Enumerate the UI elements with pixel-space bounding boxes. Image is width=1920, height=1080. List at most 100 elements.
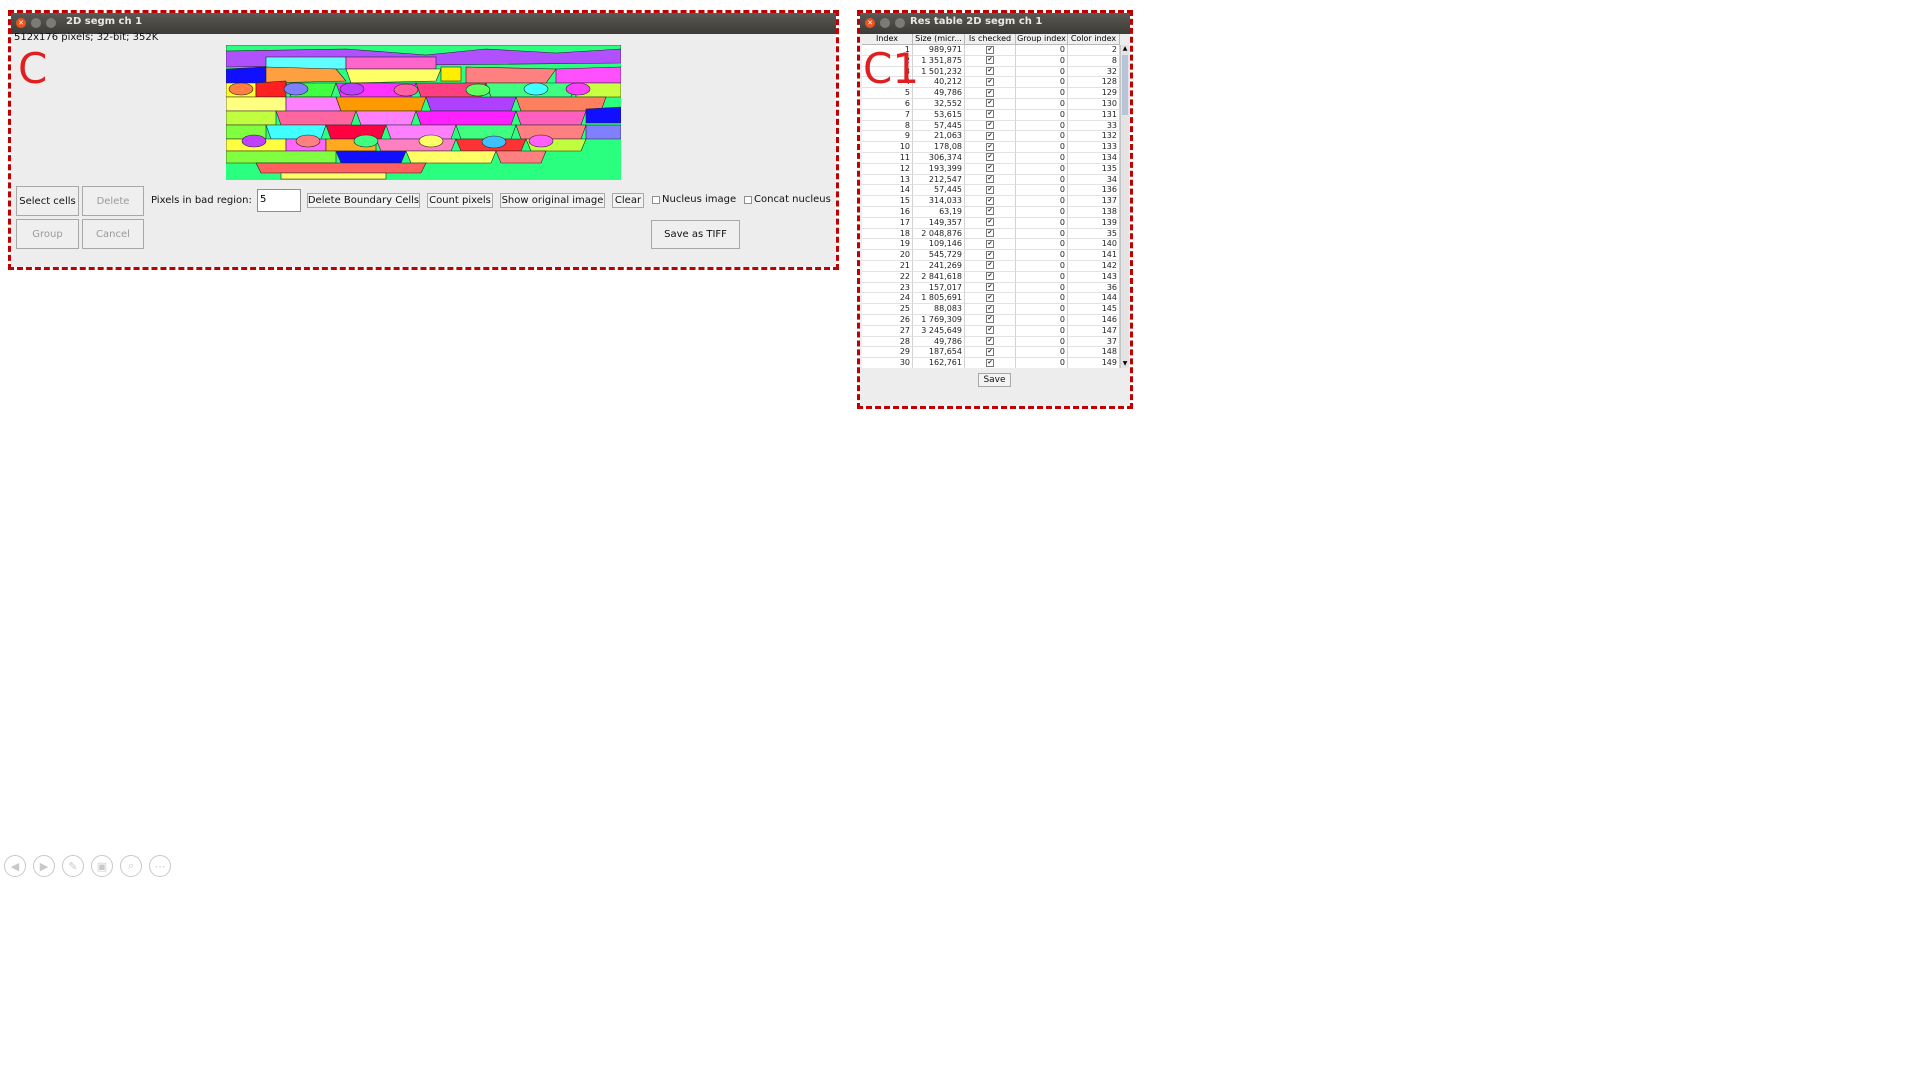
table-row[interactable]: 24 1 805,691 ✔ 0 144 bbox=[862, 293, 1120, 305]
table-row[interactable]: 13 212,547 ✔ 0 34 bbox=[862, 174, 1120, 186]
select-cells-button[interactable]: Select cells bbox=[16, 186, 79, 216]
checkbox-checked-icon[interactable]: ✔ bbox=[986, 77, 994, 86]
is-checked-cell[interactable]: ✔ bbox=[965, 196, 1016, 207]
segmentation-image[interactable] bbox=[226, 45, 621, 180]
is-checked-cell[interactable]: ✔ bbox=[965, 77, 1016, 89]
is-checked-cell[interactable]: ✔ bbox=[965, 336, 1016, 348]
is-checked-cell[interactable]: ✔ bbox=[965, 152, 1016, 164]
is-checked-cell[interactable]: ✔ bbox=[965, 293, 1016, 305]
table-row[interactable]: 11 306,374 ✔ 0 134 bbox=[862, 152, 1120, 164]
clear-button[interactable]: Clear bbox=[612, 193, 644, 208]
maximize-icon[interactable] bbox=[895, 18, 905, 28]
is-checked-cell[interactable]: ✔ bbox=[965, 88, 1016, 99]
table-row[interactable]: 17 149,357 ✔ 0 139 bbox=[862, 217, 1120, 229]
checkbox-checked-icon[interactable]: ✔ bbox=[986, 218, 994, 227]
table-row[interactable]: 7 53,615 ✔ 0 131 bbox=[862, 109, 1120, 121]
column-header[interactable]: Color index bbox=[1068, 34, 1120, 45]
more-icon[interactable]: ⋯ bbox=[149, 855, 171, 877]
table-row[interactable]: 18 2 048,876 ✔ 0 35 bbox=[862, 228, 1120, 240]
checkbox-checked-icon[interactable]: ✔ bbox=[986, 99, 994, 108]
table-row[interactable]: 16 63,19 ✔ 0 138 bbox=[862, 206, 1120, 218]
table-row[interactable]: 27 3 245,649 ✔ 0 147 bbox=[862, 325, 1120, 337]
is-checked-cell[interactable]: ✔ bbox=[965, 45, 1016, 56]
next-icon[interactable]: ▶ bbox=[33, 855, 55, 877]
table-row[interactable]: 19 109,146 ✔ 0 140 bbox=[862, 239, 1120, 251]
cancel-button[interactable]: Cancel bbox=[82, 219, 144, 249]
checkbox-checked-icon[interactable]: ✔ bbox=[986, 142, 994, 151]
group-button[interactable]: Group bbox=[16, 219, 79, 249]
is-checked-cell[interactable]: ✔ bbox=[965, 206, 1016, 218]
table-row[interactable]: 26 1 769,309 ✔ 0 146 bbox=[862, 314, 1120, 326]
save-as-tiff-button[interactable]: Save as TIFF bbox=[651, 220, 740, 249]
checkbox-checked-icon[interactable]: ✔ bbox=[986, 164, 994, 173]
table-row[interactable]: 14 57,445 ✔ 0 136 bbox=[862, 185, 1120, 197]
checkbox-checked-icon[interactable]: ✔ bbox=[986, 239, 994, 248]
is-checked-cell[interactable]: ✔ bbox=[965, 250, 1016, 261]
table-row[interactable]: 20 545,729 ✔ 0 141 bbox=[862, 250, 1120, 261]
nucleus-image-checkbox[interactable]: Nucleus image bbox=[652, 194, 736, 205]
checkbox-checked-icon[interactable]: ✔ bbox=[986, 250, 994, 259]
is-checked-cell[interactable]: ✔ bbox=[965, 131, 1016, 143]
checkbox-checked-icon[interactable]: ✔ bbox=[986, 67, 994, 76]
is-checked-cell[interactable]: ✔ bbox=[965, 228, 1016, 240]
is-checked-cell[interactable]: ✔ bbox=[965, 55, 1016, 67]
checkbox-checked-icon[interactable]: ✔ bbox=[986, 304, 994, 313]
concat-nucleus-checkbox[interactable]: Concat nucleus bbox=[744, 194, 831, 205]
minimize-icon[interactable] bbox=[31, 18, 41, 28]
checkbox-checked-icon[interactable]: ✔ bbox=[986, 326, 994, 335]
is-checked-cell[interactable]: ✔ bbox=[965, 120, 1016, 132]
scroll-down-icon[interactable]: ▼ bbox=[1121, 360, 1129, 368]
maximize-icon[interactable] bbox=[46, 18, 56, 28]
checkbox-checked-icon[interactable]: ✔ bbox=[986, 315, 994, 324]
checkbox-checked-icon[interactable]: ✔ bbox=[986, 110, 994, 119]
table-row[interactable]: 22 2 841,618 ✔ 0 143 bbox=[862, 271, 1120, 283]
checkbox-checked-icon[interactable]: ✔ bbox=[986, 293, 994, 302]
checkbox-checked-icon[interactable]: ✔ bbox=[986, 175, 994, 184]
checkbox-checked-icon[interactable]: ✔ bbox=[986, 196, 994, 205]
show-original-image-button[interactable]: Show original image bbox=[500, 193, 605, 208]
is-checked-cell[interactable]: ✔ bbox=[965, 271, 1016, 283]
table-row[interactable]: 9 21,063 ✔ 0 132 bbox=[862, 131, 1120, 143]
table-row[interactable]: 30 162,761 ✔ 0 149 bbox=[862, 358, 1120, 368]
is-checked-cell[interactable]: ✔ bbox=[965, 260, 1016, 272]
is-checked-cell[interactable]: ✔ bbox=[965, 66, 1016, 78]
vertical-scrollbar[interactable]: ▲ ▼ bbox=[1120, 45, 1129, 368]
checkbox-checked-icon[interactable]: ✔ bbox=[986, 207, 994, 216]
checkbox-checked-icon[interactable]: ✔ bbox=[986, 131, 994, 140]
checkbox-checked-icon[interactable]: ✔ bbox=[986, 56, 994, 65]
scroll-thumb[interactable] bbox=[1122, 55, 1128, 115]
delete-boundary-cells-button[interactable]: Delete Boundary Cells bbox=[307, 193, 420, 208]
table-row[interactable]: 28 49,786 ✔ 0 37 bbox=[862, 336, 1120, 348]
checkbox-checked-icon[interactable]: ✔ bbox=[986, 153, 994, 162]
is-checked-cell[interactable]: ✔ bbox=[965, 325, 1016, 337]
table-row[interactable]: 23 157,017 ✔ 0 36 bbox=[862, 282, 1120, 294]
is-checked-cell[interactable]: ✔ bbox=[965, 185, 1016, 197]
checkbox-checked-icon[interactable]: ✔ bbox=[986, 283, 994, 292]
table-row[interactable]: 6 32,552 ✔ 0 130 bbox=[862, 98, 1120, 110]
checkbox-checked-icon[interactable]: ✔ bbox=[986, 347, 994, 356]
checkbox-checked-icon[interactable]: ✔ bbox=[986, 229, 994, 238]
segm-titlebar[interactable]: ✕ 2D segm ch 1 bbox=[11, 13, 836, 34]
is-checked-cell[interactable]: ✔ bbox=[965, 109, 1016, 121]
delete-button[interactable]: Delete bbox=[82, 186, 144, 216]
table-row[interactable]: 21 241,269 ✔ 0 142 bbox=[862, 260, 1120, 272]
checkbox-checked-icon[interactable]: ✔ bbox=[986, 185, 994, 194]
table-row[interactable]: 25 88,083 ✔ 0 145 bbox=[862, 304, 1120, 315]
checkbox-checked-icon[interactable]: ✔ bbox=[986, 261, 994, 270]
is-checked-cell[interactable]: ✔ bbox=[965, 239, 1016, 251]
close-icon[interactable]: ✕ bbox=[865, 18, 875, 28]
pen-icon[interactable]: ✎ bbox=[62, 855, 84, 877]
pixels-bad-region-input[interactable]: 5 bbox=[257, 189, 301, 212]
checkbox-checked-icon[interactable]: ✔ bbox=[986, 337, 994, 346]
column-header[interactable]: Is checked bbox=[965, 34, 1016, 45]
is-checked-cell[interactable]: ✔ bbox=[965, 98, 1016, 110]
close-icon[interactable]: ✕ bbox=[16, 18, 26, 28]
minimize-icon[interactable] bbox=[880, 18, 890, 28]
prev-icon[interactable]: ◀ bbox=[4, 855, 26, 877]
table-row[interactable]: 10 178,08 ✔ 0 133 bbox=[862, 142, 1120, 153]
table-row[interactable]: 8 57,445 ✔ 0 33 bbox=[862, 120, 1120, 132]
is-checked-cell[interactable]: ✔ bbox=[965, 358, 1016, 368]
column-header[interactable]: Group index bbox=[1016, 34, 1068, 45]
res-titlebar[interactable]: ✕ Res table 2D segm ch 1 bbox=[860, 13, 1130, 34]
zoom-icon[interactable]: ⌕ bbox=[120, 855, 142, 877]
